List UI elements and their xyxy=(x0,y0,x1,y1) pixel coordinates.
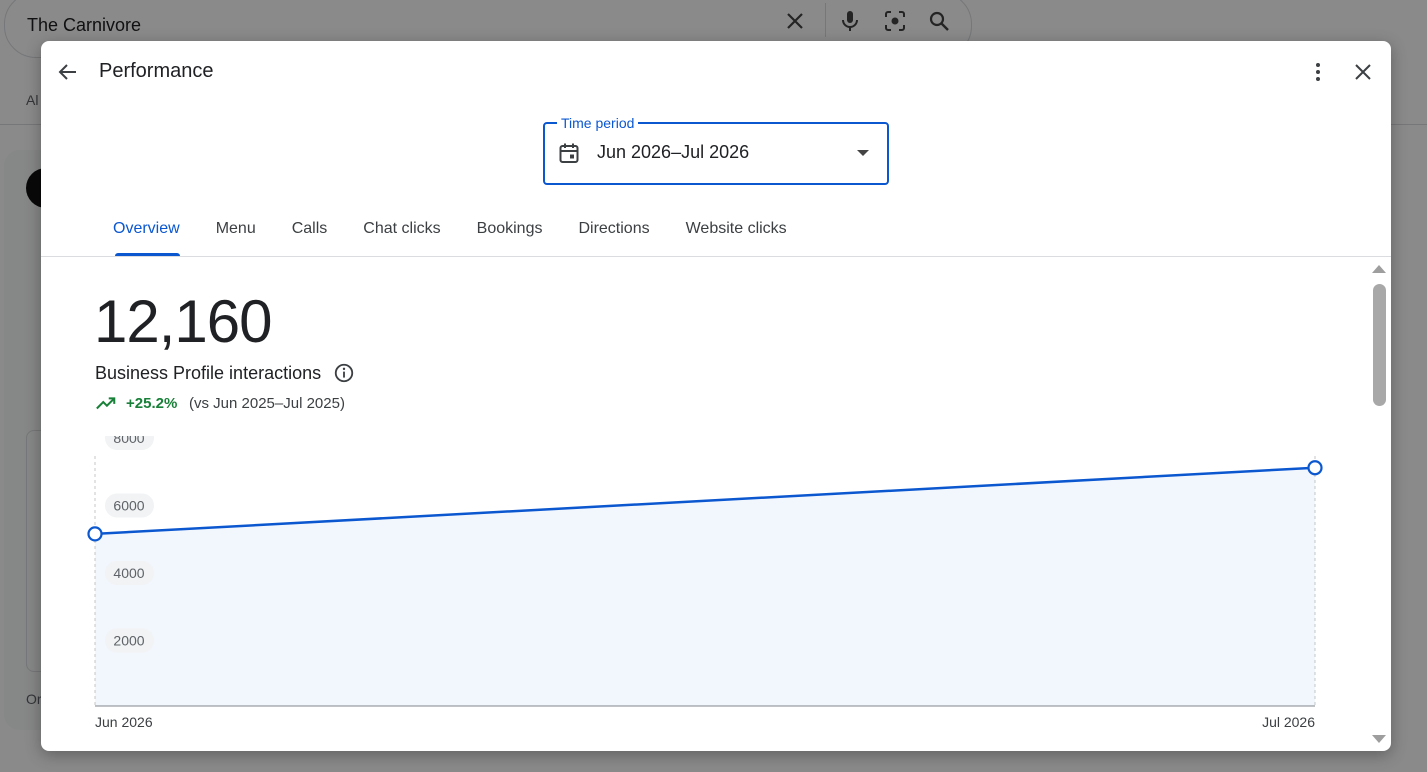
data-point xyxy=(1307,460,1323,476)
more-vert-icon xyxy=(1316,63,1320,81)
trending-up-icon xyxy=(96,397,116,410)
tab-menu[interactable]: Menu xyxy=(198,208,274,250)
y-tick-label: 2000 xyxy=(113,633,144,649)
tab-bookings[interactable]: Bookings xyxy=(459,208,561,250)
tab-website-clicks[interactable]: Website clicks xyxy=(668,208,805,250)
back-button[interactable] xyxy=(48,52,88,92)
time-period-value: Jun 2026–Jul 2026 xyxy=(597,142,750,162)
scroll-down-arrow[interactable] xyxy=(1372,735,1386,743)
change-percent: +25.2% xyxy=(126,395,178,412)
y-tick-label: 8000 xyxy=(113,436,144,446)
scrollbar-thumb[interactable] xyxy=(1373,284,1386,406)
more-options-button[interactable] xyxy=(1298,52,1338,92)
tab-calls[interactable]: Calls xyxy=(274,208,346,250)
y-tick-label: 6000 xyxy=(113,498,144,514)
tab-directions[interactable]: Directions xyxy=(560,208,667,250)
time-period-select[interactable]: Time period Jun 2026–Jul 2026 xyxy=(543,115,889,185)
tab-chat-clicks[interactable]: Chat clicks xyxy=(345,208,458,250)
performance-dialog: Performance Time period Jun 2026–Jul 202… xyxy=(41,41,1391,751)
arrow-back-icon xyxy=(58,64,76,80)
tab-bar: Overview Menu Calls Chat clicks Bookings… xyxy=(95,208,805,256)
y-tick-label: 4000 xyxy=(113,565,144,581)
close-button[interactable] xyxy=(1343,52,1383,92)
scroll-up-arrow[interactable] xyxy=(1372,265,1386,273)
info-icon[interactable] xyxy=(333,362,355,384)
dialog-title: Performance xyxy=(99,60,214,82)
metric-label: Business Profile interactions xyxy=(95,363,322,383)
time-period-label: Time period xyxy=(557,115,639,131)
total-interactions: 12,160 xyxy=(94,288,273,355)
interactions-chart: 2000 4000 6000 8000 Jun 2026 Jul 2026 xyxy=(87,436,1323,730)
tab-overview[interactable]: Overview xyxy=(95,208,198,256)
dropdown-arrow-icon xyxy=(857,150,869,156)
calendar-icon xyxy=(559,143,579,163)
tabs-divider xyxy=(41,256,1391,257)
data-point xyxy=(87,526,103,542)
x-tick-label: Jun 2026 xyxy=(95,714,153,730)
chart-area-fill xyxy=(95,467,1315,706)
close-icon xyxy=(1355,64,1371,80)
comparison-period: (vs Jun 2025–Jul 2025) xyxy=(189,395,345,412)
x-tick-label: Jul 2026 xyxy=(1262,714,1315,730)
